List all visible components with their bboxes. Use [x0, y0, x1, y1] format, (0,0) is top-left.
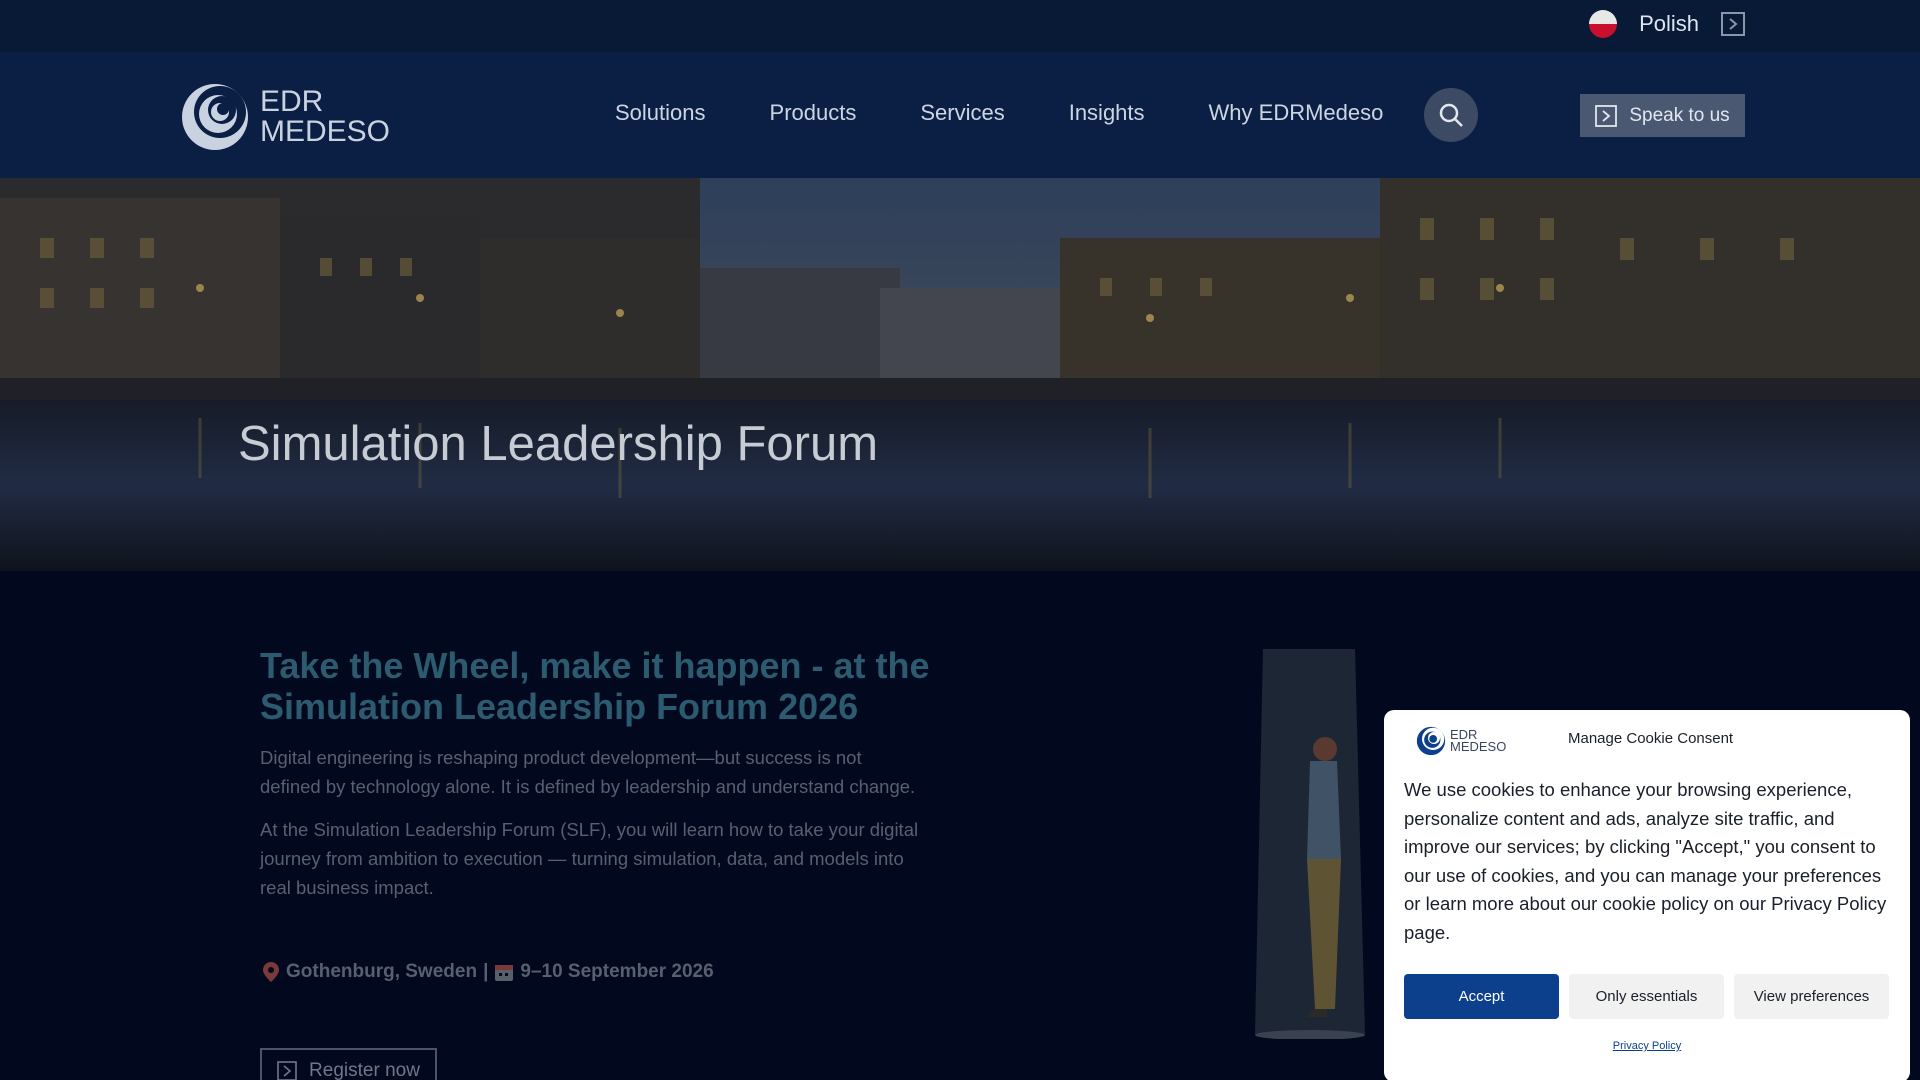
- language-switcher[interactable]: Polish: [1589, 10, 1745, 38]
- logo-text-edr: EDR: [260, 85, 324, 118]
- nav-item-why-edrmedeso[interactable]: Why EDRMedeso: [1209, 100, 1384, 126]
- view-preferences-button[interactable]: View preferences: [1734, 974, 1889, 1019]
- calendar-icon: [495, 965, 514, 981]
- only-essentials-button[interactable]: Only essentials: [1569, 974, 1724, 1019]
- nav-item-products[interactable]: Products: [770, 100, 857, 126]
- top-bar: Polish: [0, 0, 1920, 52]
- speak-to-us-label: Speak to us: [1629, 104, 1730, 126]
- section-headline: Take the Wheel, make it happen - at the …: [260, 645, 930, 727]
- event-dates: 9–10 September 2026: [520, 961, 714, 982]
- polish-flag-icon: [1589, 10, 1618, 38]
- hero-banner: Simulation Leadership Forum: [0, 178, 1920, 571]
- hero-city-canal-image: [0, 178, 1920, 571]
- search-button[interactable]: [1424, 88, 1478, 142]
- main-navigation: EDR MEDESO Solutions Products Services I…: [0, 52, 1920, 178]
- cookie-logo: EDR MEDESO: [1416, 726, 1506, 756]
- nav-item-services[interactable]: Services: [920, 100, 1004, 126]
- slf-paragraph: At the Simulation Leadership Forum (SLF)…: [260, 819, 919, 898]
- accept-cookies-button[interactable]: Accept: [1404, 974, 1559, 1019]
- event-separator: |: [483, 961, 489, 982]
- nav-item-insights[interactable]: Insights: [1069, 100, 1145, 126]
- company-logo[interactable]: EDR MEDESO: [180, 82, 390, 152]
- chevron-right-icon[interactable]: [1721, 12, 1745, 36]
- speak-to-us-button[interactable]: Speak to us: [1580, 94, 1745, 137]
- cookie-title: Manage Cookie Consent: [1568, 730, 1734, 747]
- logo-text-medeso: MEDESO: [260, 115, 391, 148]
- event-info: Gothenburg, Sweden | 9–10 September 2026: [262, 961, 714, 983]
- register-now-label: Register now: [309, 1060, 420, 1080]
- arrow-box-icon: [277, 1061, 297, 1080]
- nav-menu: Solutions Products Services Insights Why…: [615, 100, 1383, 126]
- logo-swirl-icon: [1416, 726, 1446, 756]
- event-location: Gothenburg, Sweden: [286, 961, 478, 982]
- hero-title: Simulation Leadership Forum: [238, 417, 879, 471]
- cookie-consent-dialog: EDR MEDESO Manage Cookie Consent We use …: [1384, 710, 1910, 1080]
- cookie-logo-medeso: MEDESO: [1450, 739, 1507, 754]
- nav-item-solutions[interactable]: Solutions: [615, 100, 706, 126]
- logo-swirl-icon: [182, 84, 248, 150]
- person-illustration: [1255, 649, 1365, 1039]
- intro-paragraph: Digital engineering is reshaping product…: [260, 747, 916, 797]
- arrow-box-icon: [1595, 104, 1618, 127]
- cookie-body-text: We use cookies to enhance your browsing …: [1404, 779, 1887, 943]
- language-label[interactable]: Polish: [1639, 11, 1699, 37]
- register-now-button[interactable]: Register now: [260, 1048, 437, 1080]
- privacy-policy-link[interactable]: Privacy Policy: [1384, 1040, 1910, 1052]
- search-icon: [1439, 103, 1463, 127]
- location-pin-icon: [263, 962, 279, 982]
